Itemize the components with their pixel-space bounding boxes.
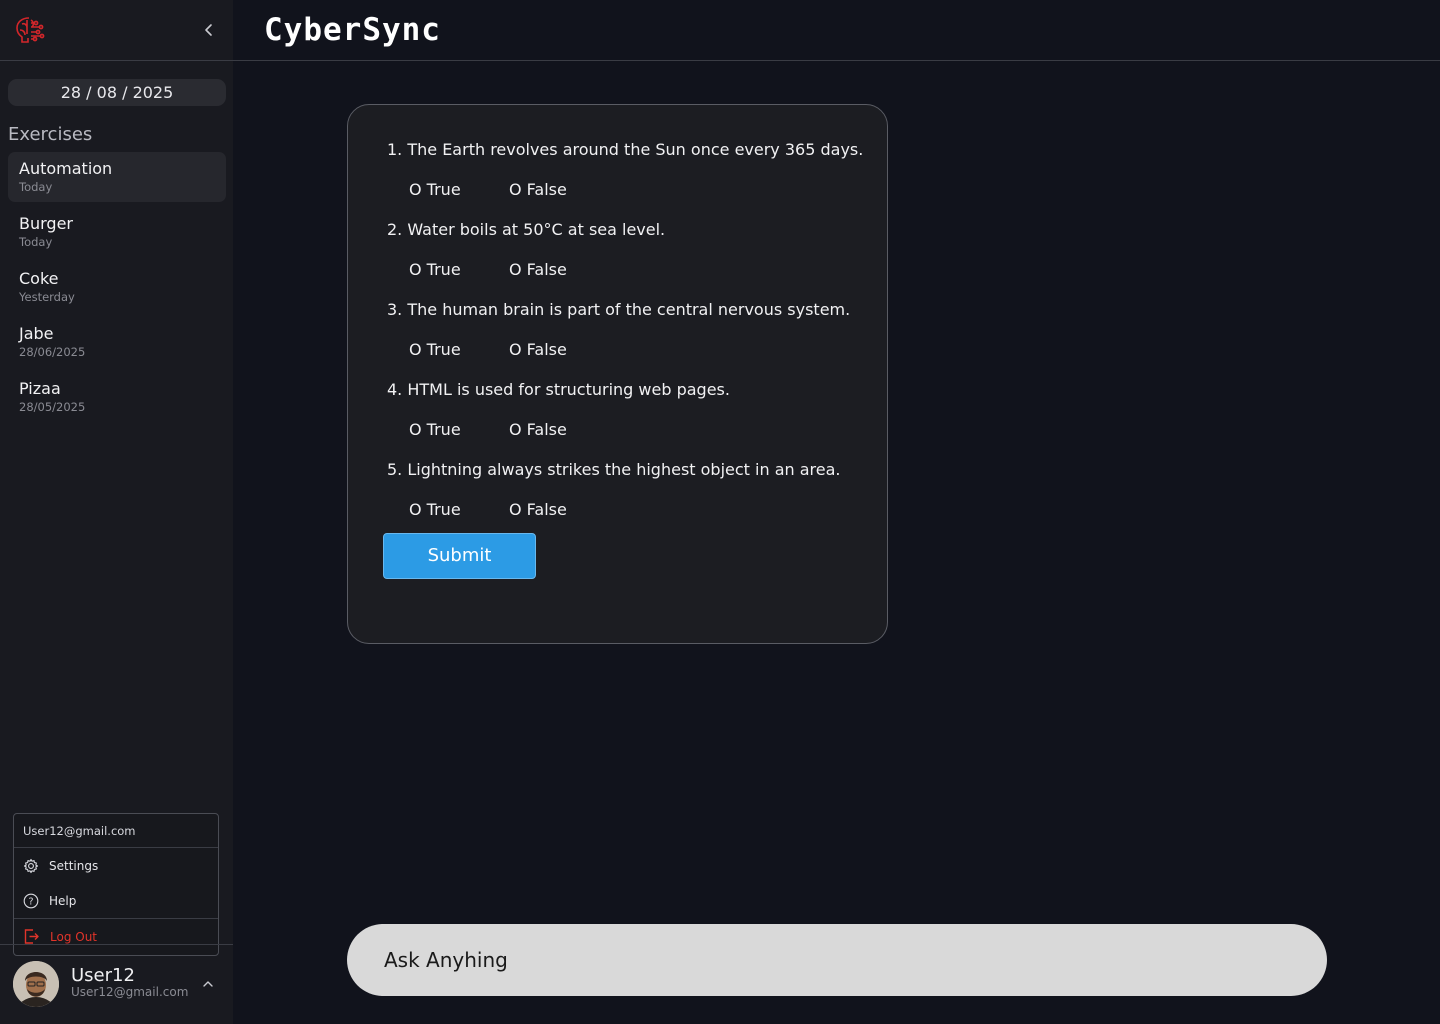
chevron-up-icon[interactable]	[200, 976, 216, 992]
exercises-heading: Exercises	[8, 124, 93, 145]
q5-true-option[interactable]: O True	[409, 500, 461, 519]
question-5: 5. Lightning always strikes the highest …	[387, 460, 841, 479]
brand-title: CyberSync	[264, 12, 441, 48]
user-name: User12	[71, 965, 135, 986]
ask-input[interactable]	[384, 924, 1284, 996]
exercise-item-automation[interactable]: Automation Today	[8, 152, 226, 202]
exercise-title: Pizaa	[19, 379, 61, 398]
exercise-date: Today	[19, 235, 53, 249]
exercise-item-pizaa[interactable]: Pizaa 28/05/2025	[8, 372, 226, 422]
logout-icon	[24, 929, 39, 944]
help-label: Help	[49, 893, 77, 908]
avatar-image	[13, 961, 59, 1007]
q3-false-option[interactable]: O False	[509, 340, 567, 359]
sidebar-header	[0, 0, 233, 61]
question-1: 1. The Earth revolves around the Sun onc…	[387, 140, 864, 159]
help-menu-item[interactable]: ? Help	[14, 883, 218, 918]
user-email: User12@gmail.com	[71, 985, 189, 999]
sidebar: 28 / 08 / 2025 Exercises Automation Toda…	[0, 0, 233, 1024]
exercise-title: Automation	[19, 159, 113, 178]
logout-label: Log Out	[50, 929, 98, 944]
settings-menu-item[interactable]: Settings	[14, 848, 218, 883]
quiz-card: 1. The Earth revolves around the Sun onc…	[347, 104, 888, 644]
exercise-date: 28/05/2025	[19, 400, 86, 414]
q1-false-option[interactable]: O False	[509, 180, 567, 199]
svg-text:?: ?	[28, 896, 33, 907]
avatar	[13, 961, 59, 1007]
user-menu: User12@gmail.com Settings ? Help Log Out	[13, 813, 219, 956]
submit-button[interactable]: Submit	[383, 533, 536, 579]
exercise-title: Burger	[19, 214, 73, 233]
q2-true-option[interactable]: O True	[409, 260, 461, 279]
exercise-title: Jabe	[19, 324, 54, 343]
exercise-date: Today	[19, 180, 53, 194]
exercise-date: 28/06/2025	[19, 345, 86, 359]
exercise-list: Automation Today Burger Today Coke Yeste…	[8, 152, 226, 427]
question-4: 4. HTML is used for structuring web page…	[387, 380, 730, 399]
exercise-item-coke[interactable]: Coke Yesterday	[8, 262, 226, 312]
q4-true-option[interactable]: O True	[409, 420, 461, 439]
settings-label: Settings	[49, 858, 99, 873]
exercise-item-burger[interactable]: Burger Today	[8, 207, 226, 257]
exercise-date: Yesterday	[19, 290, 75, 304]
gear-icon	[23, 858, 39, 873]
ask-bar	[347, 924, 1327, 996]
collapse-sidebar-icon[interactable]	[199, 20, 219, 40]
q3-true-option[interactable]: O True	[409, 340, 461, 359]
q4-false-option[interactable]: O False	[509, 420, 567, 439]
help-circle-icon: ?	[23, 893, 39, 908]
q5-false-option[interactable]: O False	[509, 500, 567, 519]
q1-true-option[interactable]: O True	[409, 180, 461, 199]
question-2: 2. Water boils at 50°C at sea level.	[387, 220, 666, 239]
brain-logo-icon	[16, 17, 45, 43]
question-3: 3. The human brain is part of the centra…	[387, 300, 851, 319]
date-display: 28 / 08 / 2025	[8, 79, 226, 106]
exercise-title: Coke	[19, 269, 59, 288]
exercise-item-jabe[interactable]: Jabe 28/06/2025	[8, 317, 226, 367]
user-profile-bar[interactable]: User12 User12@gmail.com	[0, 944, 233, 1024]
q2-false-option[interactable]: O False	[509, 260, 567, 279]
menu-email: User12@gmail.com	[14, 814, 218, 848]
top-header: CyberSync	[233, 0, 1440, 61]
